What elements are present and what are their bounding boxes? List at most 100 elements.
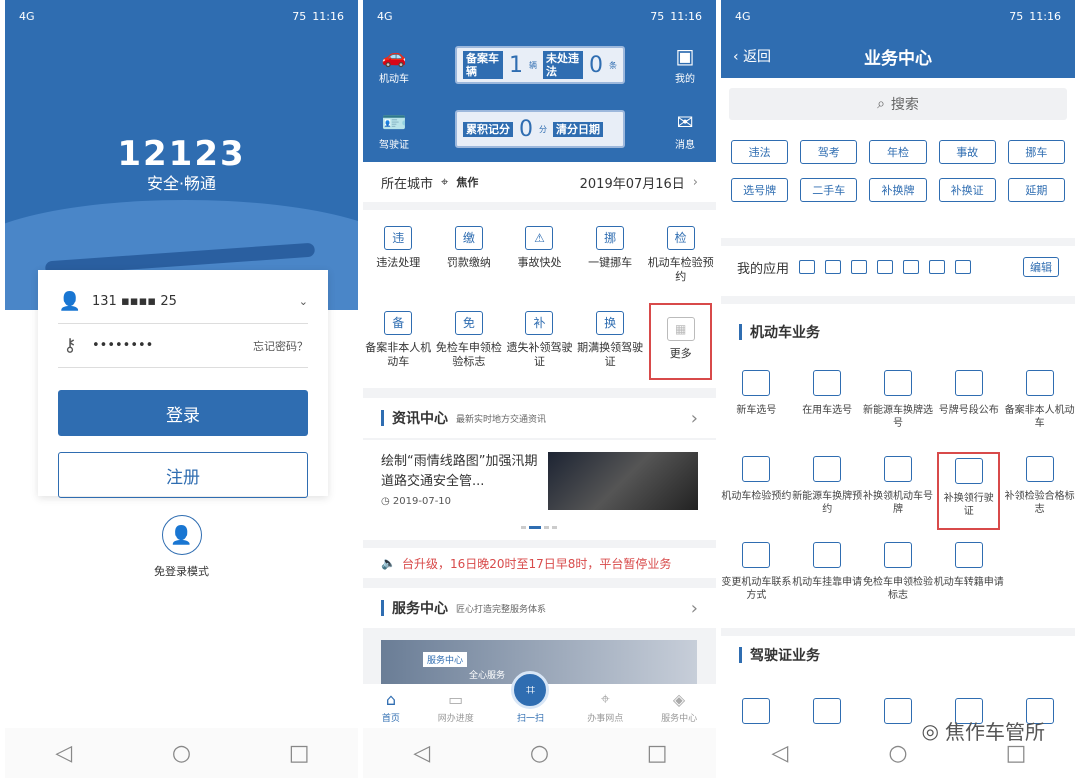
service-center-subtitle: 匠心打造完整服务体系 xyxy=(456,604,547,615)
nav-home-icon[interactable]: ○ xyxy=(509,741,569,766)
more-button[interactable]: ▦ 更多 xyxy=(649,303,712,380)
business-item[interactable]: 变更机动车联系方式 xyxy=(721,538,792,624)
forgot-password-link[interactable]: 忘记密码？ xyxy=(253,338,308,354)
chip[interactable]: 挪车 xyxy=(1007,140,1065,164)
quick-chips: 违法 驾考 年检 事故 挪车 选号牌 二手车 补换牌 补换证 延期 xyxy=(731,140,1065,202)
grid-item[interactable]: 免免检车申领检验标志 xyxy=(434,299,505,384)
chip[interactable]: 二手车 xyxy=(800,178,858,202)
tab-progress[interactable]: ▭ 网办进度 xyxy=(438,690,474,724)
grid-item[interactable]: 备备案非本人机动车 xyxy=(363,299,434,384)
phone-field[interactable]: 👤 131 ▪▪▪▪ 25 ⌄ xyxy=(58,280,308,324)
vehicle-shortcut[interactable]: 🚗 机动车 xyxy=(369,44,419,85)
business-item[interactable] xyxy=(721,694,792,732)
chip[interactable]: 驾考 xyxy=(800,140,858,164)
message-label: 消息 xyxy=(675,140,695,151)
news-card[interactable]: 绘制“雨情线路图”加强汛期道路交通安全管... ◷ 2019-07-10 xyxy=(363,440,716,540)
app-shortcut-icon[interactable] xyxy=(851,260,868,274)
edit-button[interactable]: 编辑 xyxy=(1023,257,1059,277)
unhandled-violations-label: 未处违法 xyxy=(543,51,583,79)
business-item[interactable]: 机动车转籍申请 xyxy=(933,538,1004,624)
nav-home-icon[interactable]: ○ xyxy=(868,741,928,766)
app-shortcut-icon[interactable] xyxy=(929,260,946,274)
business-item[interactable]: 新能源车换牌预约 xyxy=(792,452,863,538)
speaker-icon: 🔈 xyxy=(381,556,396,570)
license-business-header: 驾驶证业务 xyxy=(739,645,820,665)
tab-label: 首页 xyxy=(381,714,400,724)
business-item[interactable]: 补领检验合格标志 xyxy=(1004,452,1075,538)
password-field[interactable]: ⚷ •••••••• 忘记密码？ xyxy=(58,324,308,368)
tab-home[interactable]: ⌂ 首页 xyxy=(382,690,400,724)
message-shortcut[interactable]: ✉ 消息 xyxy=(660,110,710,151)
app-shortcut-icon[interactable] xyxy=(825,260,842,274)
nav-back-icon[interactable]: ◁ xyxy=(750,741,810,766)
points-unit: 分 xyxy=(539,124,547,134)
business-item[interactable]: 备案非本人机动车 xyxy=(1004,366,1075,452)
business-item[interactable]: 机动车挂靠申请 xyxy=(792,538,863,624)
grid-item[interactable]: ⚠ 事故快处 xyxy=(504,214,575,299)
search-input[interactable]: ⌕ 搜索 xyxy=(729,88,1067,120)
grid-item[interactable]: 缴罚款缴纳 xyxy=(434,214,505,299)
license-label: 驾驶证 xyxy=(379,140,409,151)
login-button[interactable]: 登录 xyxy=(58,390,308,436)
grid-item[interactable]: 挪一键挪车 xyxy=(575,214,646,299)
app-logo: 12123 xyxy=(117,134,246,174)
grid-item[interactable]: 补遗失补领驾驶证 xyxy=(504,299,575,384)
notice-bar[interactable]: 🔈 台升级，16日晚20时至17日早8时，平台暂停业务 xyxy=(363,548,716,578)
city-bar[interactable]: 所在城市 ⌖ 焦作 2019年07月16日 › xyxy=(363,162,716,202)
app-shortcut-icon[interactable] xyxy=(903,260,920,274)
tab-scan[interactable]: ⌗ 扫一扫 xyxy=(511,671,550,724)
nav-recents-icon[interactable]: □ xyxy=(627,741,687,766)
chip[interactable]: 补换牌 xyxy=(869,178,927,202)
chevron-down-icon[interactable]: ⌄ xyxy=(299,295,308,308)
business-item-label: 新车选号 xyxy=(736,405,777,416)
business-item[interactable]: 号牌号段公布 xyxy=(933,366,1004,452)
key-icon: ⚷ xyxy=(63,335,77,356)
business-item[interactable]: 机动车检验预约 xyxy=(721,452,792,538)
business-item[interactable]: 新车选号 xyxy=(721,366,792,452)
grid-item-label: 机动车检验预约 xyxy=(647,256,714,283)
vehicle-summary-plate[interactable]: 备案车辆 1 辆 未处违法 0 条 xyxy=(455,46,625,84)
registered-vehicles-label: 备案车辆 xyxy=(463,51,503,79)
business-item[interactable]: 免检车申领检验标志 xyxy=(863,538,934,624)
license-summary-plate[interactable]: 累积记分 0 分 清分日期 xyxy=(455,110,625,148)
chip[interactable]: 年检 xyxy=(869,140,927,164)
business-item[interactable] xyxy=(792,694,863,732)
news-title: 绘制“雨情线路图”加强汛期道路交通安全管... xyxy=(381,454,538,489)
grid-item[interactable]: 违违法处理 xyxy=(363,214,434,299)
business-item[interactable]: 补换领机动车号牌 xyxy=(863,452,934,538)
chip[interactable]: 事故 xyxy=(938,140,996,164)
grid-item[interactable]: 换期满换领驾驶证 xyxy=(575,299,646,384)
chip[interactable]: 选号牌 xyxy=(731,178,789,202)
chip[interactable]: 延期 xyxy=(1007,178,1065,202)
register-button[interactable]: 注册 xyxy=(58,452,308,498)
chip[interactable]: 补换证 xyxy=(938,178,996,202)
guest-mode-button[interactable]: 👤 免登录模式 xyxy=(5,515,358,579)
tab-locations[interactable]: ⌖ 办事网点 xyxy=(587,689,623,724)
nav-back-icon[interactable]: ◁ xyxy=(34,741,94,766)
transfer-icon xyxy=(954,542,983,568)
nav-home-icon[interactable]: ○ xyxy=(151,741,211,766)
nav-recents-icon[interactable]: □ xyxy=(269,741,329,766)
grid-item[interactable]: 检机动车检验预约 xyxy=(645,214,716,299)
chip[interactable]: 违法 xyxy=(731,140,789,164)
service-banner-text: 全心服务 xyxy=(469,671,506,681)
tab-label: 服务中心 xyxy=(661,714,698,724)
service-center-header[interactable]: 服务中心 匠心打造完整服务体系 › xyxy=(363,588,716,628)
nav-back-icon[interactable]: ◁ xyxy=(392,741,452,766)
info-center-title: 资讯中心 xyxy=(392,411,448,427)
status-bar: 4G 75 11:16 xyxy=(721,0,1075,32)
grid-item-label: 备案非本人机动车 xyxy=(365,341,432,368)
app-shortcut-icon[interactable] xyxy=(877,260,894,274)
info-center-header[interactable]: 资讯中心 最新实时地方交通资讯 › xyxy=(363,398,716,438)
business-item[interactable]: 在用车选号 xyxy=(792,366,863,452)
tab-service[interactable]: ◈ 服务中心 xyxy=(661,690,697,724)
news-date-value: 2019-07-10 xyxy=(392,496,452,507)
business-item[interactable]: 新能源车换牌选号 xyxy=(863,366,934,452)
license-shortcut[interactable]: 🪪 驾驶证 xyxy=(369,110,419,151)
profile-shortcut[interactable]: ▣ 我的 xyxy=(660,44,710,85)
section-bar xyxy=(739,324,742,340)
app-shortcut-icon[interactable] xyxy=(799,260,816,274)
app-shortcut-icon[interactable] xyxy=(955,260,972,274)
accident-icon: ⚠ xyxy=(525,226,554,250)
business-item-highlighted[interactable]: 补换领行驶证 xyxy=(937,452,1001,530)
